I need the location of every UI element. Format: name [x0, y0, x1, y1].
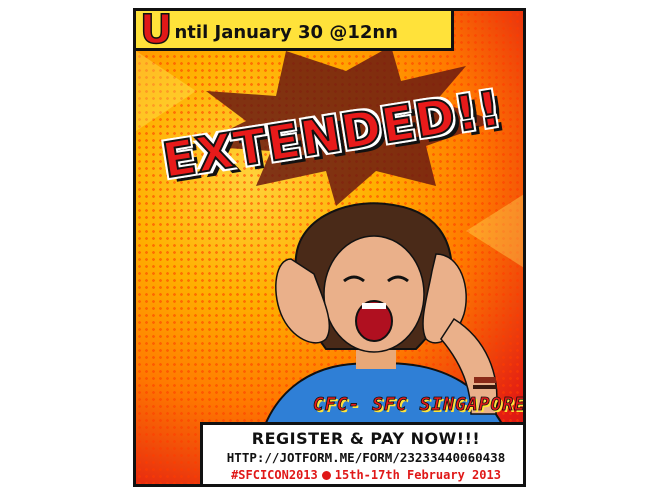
registration-box: REGISTER & PAY NOW!!! HTTP://JOTFORM.ME/… [200, 422, 523, 484]
event-info-line: #SFCICON2013 15th-17th February 2013 [203, 468, 523, 482]
event-poster: U ntil January 30 @12nn EXTENDED!! CFC- … [133, 8, 526, 487]
deadline-banner: U ntil January 30 @12nn [136, 11, 454, 51]
event-dates: 15th-17th February 2013 [334, 468, 501, 482]
deadline-text: ntil January 30 @12nn [174, 22, 398, 43]
register-call-to-action: REGISTER & PAY NOW!!! [251, 429, 481, 448]
deadline-initial: U [139, 8, 173, 53]
bullet-dot-icon [321, 470, 331, 480]
organization-name: CFC- SFC SINGAPORE [312, 394, 526, 416]
event-hashtag: #SFCICON2013 [231, 468, 318, 482]
excited-person-illustration [254, 202, 518, 459]
registration-url[interactable]: HTTP://JOTFORM.ME/FORM/23233440060438 [203, 450, 523, 465]
